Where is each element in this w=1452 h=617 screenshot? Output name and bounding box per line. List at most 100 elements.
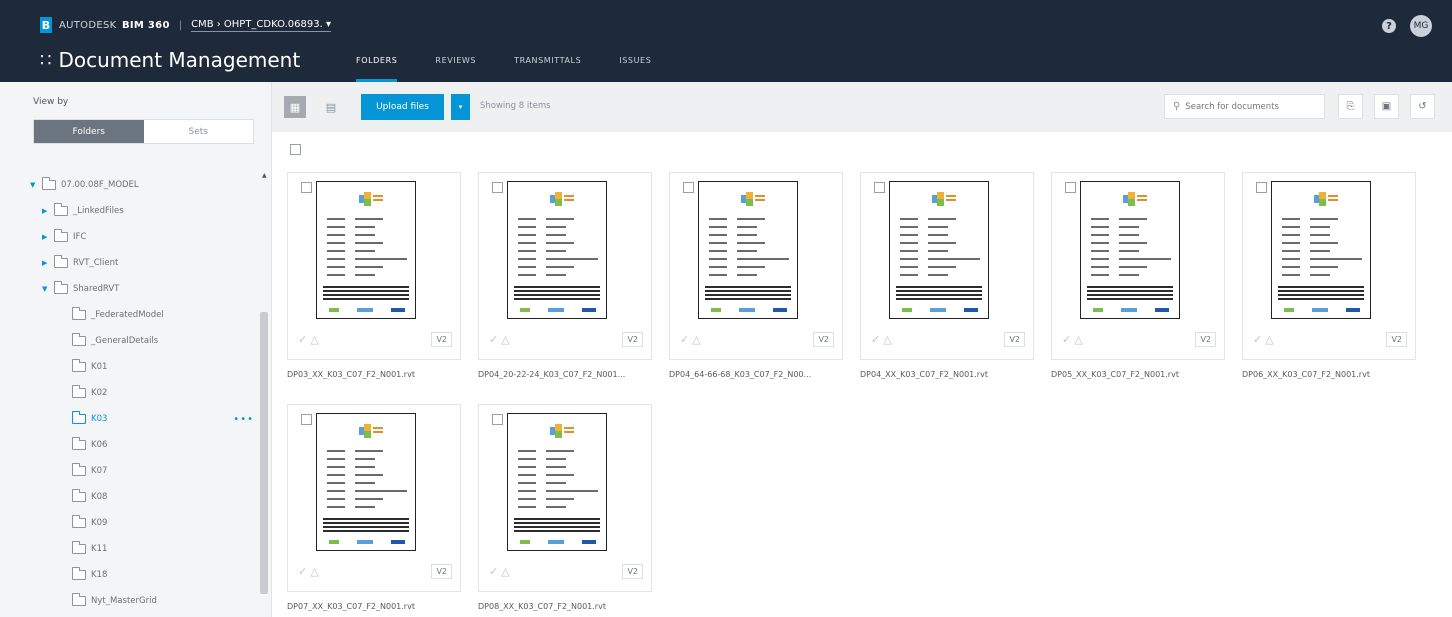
folder-tree-item[interactable]: ▶ RVT_Client — [30, 250, 268, 276]
export-icon[interactable]: ⎘ — [1338, 94, 1363, 119]
details-panel-icon[interactable]: ▣ — [1374, 94, 1399, 119]
caret-down-icon[interactable]: ▼ — [42, 285, 52, 293]
folder-tree-item[interactable]: K01 — [30, 354, 268, 380]
version-badge[interactable]: V2 — [1195, 331, 1216, 347]
folder-label: K09 — [91, 518, 108, 528]
review-status-warning-icon: ✓△ — [298, 332, 322, 346]
folder-tree-item[interactable]: Nyt_MasterGrid — [30, 588, 268, 614]
file-thumbnail — [507, 413, 607, 551]
caret-down-icon[interactable]: ▼ — [30, 181, 40, 189]
folder-tree-item[interactable]: K11 — [30, 536, 268, 562]
version-badge[interactable]: V2 — [431, 331, 452, 347]
sidebar-scrollbar[interactable] — [260, 312, 268, 594]
file-name-link[interactable]: DP04_XX_K03_C07_F2_N001.rvt — [860, 370, 1036, 379]
file-card[interactable]: ✓△ V2 — [287, 404, 461, 592]
file-name-link[interactable]: DP04_20-22-24_K03_C07_F2_N001... — [478, 370, 654, 379]
caret-right-icon[interactable]: ▶ — [42, 259, 52, 267]
card-footer: ✓△ V2 — [489, 561, 643, 581]
folder-icon — [72, 541, 86, 554]
file-card[interactable]: ✓△ V2 — [287, 172, 461, 360]
file-checkbox[interactable] — [492, 414, 503, 425]
review-status-warning-icon: ✓△ — [298, 564, 322, 578]
tab-reviews[interactable]: REVIEWS — [435, 52, 476, 82]
folder-tree-item[interactable]: K09 — [30, 510, 268, 536]
folder-tree-item[interactable]: _FederatedModel — [30, 302, 268, 328]
folder-tree-item[interactable]: K03 ••• — [30, 406, 268, 432]
version-badge[interactable]: V2 — [813, 331, 834, 347]
file-name-link[interactable]: DP04_64-66-68_K03_C07_F2_N00... — [669, 370, 845, 379]
toggle-folders[interactable]: Folders — [34, 120, 144, 143]
project-selector[interactable]: CMB › OHPT_CDKO.06893. ▾ — [191, 19, 331, 32]
folder-label: K08 — [91, 492, 108, 502]
file-checkbox[interactable] — [683, 182, 694, 193]
version-badge[interactable]: V2 — [1386, 331, 1407, 347]
file-checkbox[interactable] — [1256, 182, 1267, 193]
file-checkbox[interactable] — [492, 182, 503, 193]
tab-folders[interactable]: FOLDERS — [356, 52, 398, 82]
folder-tree-item[interactable]: K08 — [30, 484, 268, 510]
card-footer: ✓△ V2 — [680, 329, 834, 349]
folder-tree-item[interactable]: ▼ SharedRVT — [30, 276, 268, 302]
select-all-checkbox[interactable] — [290, 144, 301, 155]
folder-label: K18 — [91, 570, 108, 580]
help-icon[interactable]: ? — [1382, 19, 1396, 33]
page-title: Document Management — [58, 48, 301, 72]
file-name-link[interactable]: DP08_XX_K03_C07_F2_N001.rvt — [478, 602, 654, 611]
file-checkbox[interactable] — [301, 414, 312, 425]
file-name-link[interactable]: DP07_XX_K03_C07_F2_N001.rvt — [287, 602, 463, 611]
file-card[interactable]: ✓△ V2 — [1242, 172, 1416, 360]
file-card[interactable]: ✓△ V2 — [860, 172, 1034, 360]
caret-right-icon[interactable]: ▶ — [42, 207, 52, 215]
folder-tree-item[interactable]: K18 — [30, 562, 268, 588]
team-logo-icon — [741, 192, 765, 206]
file-card[interactable]: ✓△ V2 — [669, 172, 843, 360]
file-name-link[interactable]: DP06_XX_K03_C07_F2_N001.rvt — [1242, 370, 1418, 379]
folder-tree-item[interactable]: K07 — [30, 458, 268, 484]
version-badge[interactable]: V2 — [1004, 331, 1025, 347]
grid-view-button[interactable]: ▦ — [284, 96, 306, 118]
folder-label: 07.00.08F_MODEL — [61, 180, 139, 190]
product-name[interactable]: AUTODESK BIM 360 — [59, 20, 170, 31]
version-badge[interactable]: V2 — [431, 563, 452, 579]
title-row: ∷ Document Management — [40, 48, 300, 72]
autodesk-logo-icon: B — [40, 17, 52, 33]
folder-tree-item[interactable]: K06 — [30, 432, 268, 458]
file-checkbox[interactable] — [1065, 182, 1076, 193]
search-input[interactable] — [1185, 101, 1316, 112]
file-card[interactable]: ✓△ V2 — [1051, 172, 1225, 360]
item-count: Showing 8 items — [480, 101, 551, 111]
file-card[interactable]: ✓△ V2 — [478, 172, 652, 360]
app-menu-grid-icon[interactable]: ∷ — [40, 50, 51, 71]
view-by-label: View by — [33, 97, 69, 107]
file-checkbox[interactable] — [301, 182, 312, 193]
toggle-sets[interactable]: Sets — [143, 120, 253, 143]
version-badge[interactable]: V2 — [622, 331, 643, 347]
version-badge[interactable]: V2 — [622, 563, 643, 579]
folder-tree-item[interactable]: K02 — [30, 380, 268, 406]
folder-tree-item[interactable]: ▼ 07.00.08F_MODEL — [30, 172, 268, 198]
team-logo-icon — [359, 192, 383, 206]
file-name-link[interactable]: DP03_XX_K03_C07_F2_N001.rvt — [287, 370, 463, 379]
folder-tree-item[interactable]: _GeneralDetails — [30, 328, 268, 354]
card-footer: ✓△ V2 — [871, 329, 1025, 349]
folder-tree-item[interactable]: ▶ _LinkedFiles — [30, 198, 268, 224]
file-thumbnail — [507, 181, 607, 319]
file-name-link[interactable]: DP05_XX_K03_C07_F2_N001.rvt — [1051, 370, 1227, 379]
file-checkbox[interactable] — [874, 182, 885, 193]
upload-options-dropdown[interactable]: ▾ — [451, 94, 470, 120]
folder-icon — [72, 385, 86, 398]
folder-label: K01 — [91, 362, 108, 372]
user-avatar[interactable]: MG — [1410, 15, 1432, 37]
activity-history-icon[interactable]: ↺ — [1410, 94, 1435, 119]
file-card[interactable]: ✓△ V2 — [478, 404, 652, 592]
list-view-button[interactable]: ▤ — [320, 96, 342, 118]
tab-transmittals[interactable]: TRANSMITTALS — [514, 52, 581, 82]
tab-issues[interactable]: ISSUES — [619, 52, 651, 82]
folder-icon — [54, 281, 68, 294]
folder-tree-item[interactable]: ▶ IFC — [30, 224, 268, 250]
folder-more-options-icon[interactable]: ••• — [233, 414, 254, 425]
search-box: ⚲ — [1164, 94, 1325, 119]
caret-right-icon[interactable]: ▶ — [42, 233, 52, 241]
upload-files-button[interactable]: Upload files — [361, 94, 444, 120]
review-status-warning-icon: ✓△ — [1253, 332, 1277, 346]
